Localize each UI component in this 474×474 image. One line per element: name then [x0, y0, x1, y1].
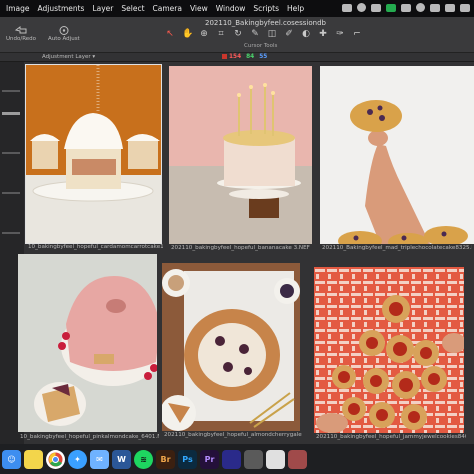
thumbnail-caption: 202110_bakingbyfeel_hopeful_almondcherry… [164, 432, 302, 438]
thumbnail-caption: 10_bakingbyfeel_hopeful_cardamomcarrotca… [28, 244, 163, 250]
undo-redo-label: Undo/Redo [6, 36, 37, 42]
status-app-icon-5[interactable] [445, 3, 455, 12]
thumbnail-jammy-jewel-cookies[interactable]: 202110_bakingbyfeel_hopeful_jammyjewelco… [314, 267, 466, 444]
annotate-tool-icon[interactable]: ✑ [335, 29, 345, 39]
status-green-icon[interactable] [386, 3, 396, 12]
status-app-icon-6[interactable] [460, 3, 470, 12]
menu-image[interactable]: Image [6, 4, 30, 13]
auto-adjust-button[interactable]: Auto Adjust [48, 25, 80, 42]
status-app-icon[interactable] [342, 3, 352, 12]
undo-redo-button[interactable]: Undo/Redo [6, 25, 36, 42]
dock: ☺ ✦ ✉ W ≋ Br Ps Pr [0, 444, 474, 474]
menu-view[interactable]: View [190, 4, 208, 13]
blue-value: 55 [259, 53, 268, 60]
safari-icon[interactable]: ✦ [68, 449, 87, 469]
thumbnail-grid: 10_bakingbyfeel_hopeful_cardamomcarrotca… [18, 62, 474, 444]
heal-tool-icon[interactable]: ✚ [318, 29, 328, 39]
thumbnail-almond-cherry-galette[interactable]: 202110_bakingbyfeel_hopeful_almondcherry… [162, 263, 302, 444]
eraser-tool-icon[interactable]: ◫ [267, 29, 277, 39]
mask-tool-icon[interactable]: ◐ [301, 29, 311, 39]
thumbnail-caption: 10_bakingbyfeel_hopeful_pinkalmondcake_6… [20, 434, 159, 440]
menu-camera[interactable]: Camera [153, 4, 182, 13]
auto-adjust-icon [59, 26, 69, 35]
color-swatch [222, 53, 227, 59]
pointer-tool-icon[interactable]: ↖ [165, 29, 175, 39]
panel-divider [2, 90, 20, 92]
screen: Image Adjustments Layer Select Camera Vi… [0, 0, 474, 474]
thumbnail-image [314, 267, 464, 433]
app-icon[interactable] [222, 449, 241, 469]
menu-window[interactable]: Window [216, 4, 246, 13]
status-circle-icon[interactable] [357, 3, 366, 12]
undo-icon [14, 26, 27, 34]
thumbnail-image [169, 66, 312, 244]
zoom-tool-icon[interactable]: ⊕ [199, 29, 209, 39]
app-icon-4[interactable] [288, 449, 307, 469]
status-app-icon-2[interactable] [371, 3, 381, 12]
finder-icon[interactable]: ☺ [2, 449, 21, 469]
green-value: 84 [246, 53, 255, 60]
auto-adjust-label: Auto Adjust [48, 36, 80, 42]
thumbnail-pink-almond-cake[interactable]: 10_bakingbyfeel_hopeful_pinkalmondcake_6… [18, 254, 159, 444]
status-app-icon-3[interactable] [401, 3, 411, 12]
bridge-icon[interactable]: Br [156, 449, 175, 469]
cursor-tools: ↖ ✋ ⊕ ⌗ ↻ ✎ ◫ ✐ ◐ ✚ ✑ ⌐ [165, 29, 362, 39]
notes-icon[interactable] [24, 449, 43, 469]
panel-handle[interactable] [2, 112, 20, 115]
menu-help[interactable]: Help [287, 4, 304, 13]
document-title: 202110_Bakingbyfeel.cosessiondb [205, 19, 326, 27]
rgb-readout: 154 84 55 [222, 53, 268, 60]
thumbnail-cardamom-carrot-cake[interactable]: 10_bakingbyfeel_hopeful_cardamomcarrotca… [25, 64, 163, 252]
chrome-icon[interactable] [46, 449, 65, 469]
picker-tool-icon[interactable]: ✐ [284, 29, 294, 39]
red-value: 154 [229, 53, 242, 60]
panel-divider [2, 232, 20, 234]
app-toolbar: 202110_Bakingbyfeel.cosessiondb Undo/Red… [0, 17, 474, 53]
thumbnail-image [25, 64, 162, 244]
thumbnail-banana-cake[interactable]: 202110_bakingbyfeel_hopeful_bananacake 3… [169, 66, 312, 252]
thumbnail-caption: 202110_bakingbyfeel_hopeful_bananacake 3… [171, 245, 310, 251]
thumbnail-image [162, 263, 300, 431]
menu-bar: Image Adjustments Layer Select Camera Vi… [0, 0, 474, 17]
rotate-tool-icon[interactable]: ↻ [233, 29, 243, 39]
panel-divider [2, 152, 20, 154]
thumbnail-caption: 202110_Bakingbyfeel_mad_triplechocolatec… [322, 245, 472, 251]
thumbnail-caption: 202110_bakingbyfeel_hopeful_jammyjewelco… [316, 434, 466, 440]
cursor-tools-label: Cursor Tools [244, 43, 278, 49]
adjustment-bar: Adjustment Layer ▾ 154 84 55 [0, 53, 474, 62]
premiere-icon[interactable]: Pr [200, 449, 219, 469]
status-circle-icon-2[interactable] [416, 3, 425, 12]
app-icon-2[interactable] [244, 449, 263, 469]
menu-scripts[interactable]: Scripts [253, 4, 279, 13]
thumbnail-image [18, 254, 157, 432]
menu-adjustments[interactable]: Adjustments [38, 4, 85, 13]
panel-divider [2, 192, 20, 194]
menu-select[interactable]: Select [121, 4, 144, 13]
spotify-icon[interactable]: ≋ [134, 449, 153, 469]
mail-icon[interactable]: ✉ [90, 449, 109, 469]
photoshop-icon[interactable]: Ps [178, 449, 197, 469]
thumbnail-triple-chocolate-cake[interactable]: 202110_Bakingbyfeel_mad_triplechocolatec… [320, 66, 474, 252]
app-icon-3[interactable] [266, 449, 285, 469]
brush-tool-icon[interactable]: ✎ [250, 29, 260, 39]
menu-layer[interactable]: Layer [92, 4, 113, 13]
crop-tool-icon[interactable]: ⌗ [216, 29, 226, 39]
hand-tool-icon[interactable]: ✋ [182, 29, 193, 39]
key-tool-icon[interactable]: ⌐ [352, 29, 362, 39]
thumbnail-image [320, 66, 474, 244]
word-icon[interactable]: W [112, 449, 131, 469]
status-icons [342, 3, 470, 12]
status-app-icon-4[interactable] [430, 3, 440, 12]
adjustment-layer-select[interactable]: Adjustment Layer ▾ [42, 54, 95, 60]
